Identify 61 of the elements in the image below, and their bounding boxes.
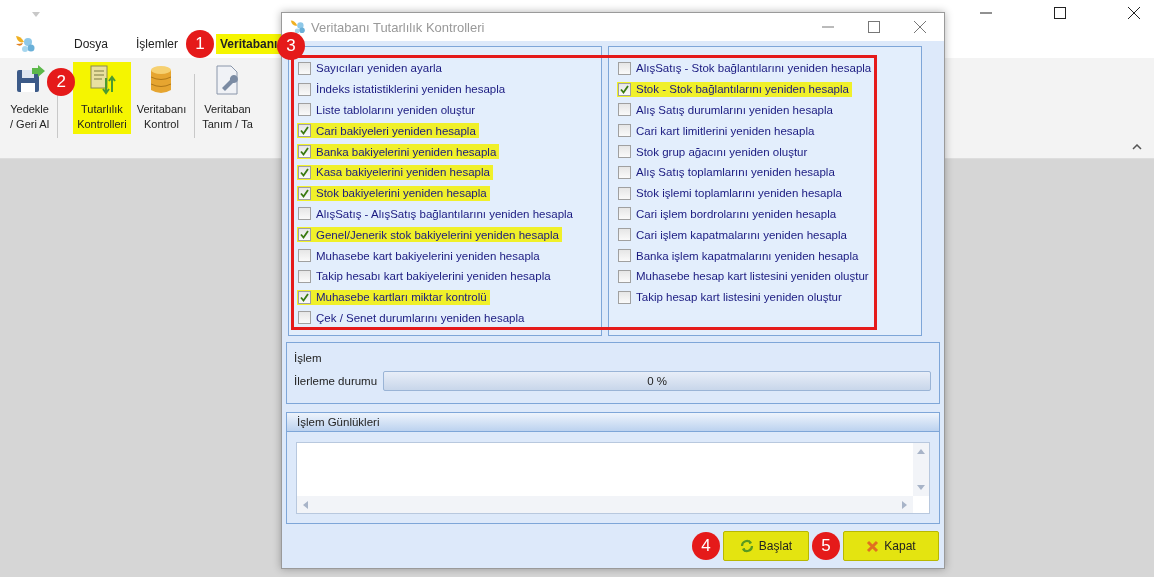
refresh-icon [739,539,754,553]
checkbox[interactable]: Muhasebe kart bakiyelerini yeniden hesapla [297,248,543,264]
checkbox[interactable]: Muhasebe hesap kart listesini yeniden oluştur [617,268,872,284]
step-badge: 5 [812,532,840,560]
checkbox[interactable]: Çek / Senet durumlarını yeniden hesapla [297,310,528,326]
checkbox[interactable]: Sayıcıları yeniden ayarla [297,60,445,76]
checkbox[interactable]: Cari kart limitlerini yeniden hesapla [617,123,818,139]
menu-item[interactable]: Dosya [70,34,112,54]
checkmark-icon [300,230,309,240]
progress-reading: 0 % [647,375,667,387]
checkbox[interactable]: Cari işlem bordrolarını yeniden hesapla [617,206,840,222]
checkbox[interactable]: Alış Satış toplamlarını yeniden hesapla [617,164,838,180]
butterfly-icon [289,19,307,35]
checkbox[interactable]: Cari işlem kapatmalarını yeniden hesapla [617,227,850,243]
scroll-up-icon[interactable] [917,449,925,454]
caret-icon[interactable] [32,12,40,17]
ribbon-button[interactable]: Veritaban Tanım / Ta [198,62,257,134]
checkbox[interactable]: Stok grup ağacını yeniden oluştur [617,144,811,160]
checkmark-icon [620,84,629,94]
dialog-title: Veritabanı Tutarlılık Kontrolleri [311,19,485,35]
checkbox[interactable]: Kasa bakiyelerini yeniden hesapla [297,164,493,180]
butterfly-icon[interactable] [14,34,36,54]
scroll-down-icon[interactable] [917,485,925,490]
checkbox[interactable]: AlışSatış - AlışSatış bağlantılarını yeniden hesapla [297,206,576,222]
checkmark-icon [300,292,309,302]
checkbox[interactable]: Muhasebe kartları miktar kontrolü [297,289,490,305]
checkbox[interactable]: AlışSatış - Stok bağlantılarını yeniden hesapla [617,60,875,76]
checkbox[interactable]: Takip hesap kart listesini yeniden oluştur [617,289,845,305]
step-badge: 1 [186,30,215,58]
step-badge: 4 [692,532,720,560]
checkbox[interactable]: Stok işlemi toplamlarını yeniden hesapla [617,185,845,201]
checkbox[interactable]: Stok - Stok bağlantılarını yeniden hesapla [617,81,852,97]
scrollbar[interactable] [297,496,913,513]
panel-title: İşlem [294,352,323,364]
checkmark-icon [300,126,309,136]
step-badge: 2 [47,68,76,96]
checkbox[interactable]: Stok bakiyelerini yeniden hesapla [297,185,490,201]
checkbox[interactable]: Banka bakiyelerini yeniden hesapla [297,144,500,160]
checkbox[interactable]: Liste tablolarını yeniden oluştur [297,102,479,118]
ribbon-button[interactable]: Tutarlılık Kontrolleri [73,62,131,134]
checkbox[interactable]: İndeks istatistiklerini yeniden hesapla [297,81,509,97]
checkbox[interactable]: Takip hesabı kart bakiyelerini yeniden hesapla [297,268,554,284]
collapse-icon[interactable] [1132,144,1142,150]
checkmark-icon [300,188,309,198]
menu-item[interactable]: İşlemler [132,34,183,54]
scroll-left-icon[interactable] [303,500,308,509]
checkbox[interactable]: Banka işlem kapatmalarını yeniden hesapla [617,248,862,264]
checkbox[interactable]: Genel/Jenerik stok bakiyelerini yeniden hesapla [297,227,562,243]
log-field[interactable] [296,442,930,514]
checkbox[interactable]: Alış Satış durumlarını yeniden hesapla [617,102,836,118]
maximize-icon[interactable] [1054,7,1066,19]
ribbon-button[interactable]: Veritabanı Kontrol [132,62,191,134]
close-icon[interactable] [1128,7,1140,19]
close-icon [866,539,880,553]
dialog-button[interactable]: Başlat [723,531,809,561]
scrollbar[interactable] [913,443,929,496]
checkbox[interactable]: Cari bakiyeleri yeniden hesapla [297,123,479,139]
panel-header: İşlem Günlükleri [287,413,939,432]
progress-label: İlerleme durumu [294,375,378,387]
dialog-button[interactable]: Kapat [843,531,939,561]
scroll-right-icon[interactable] [902,500,907,509]
